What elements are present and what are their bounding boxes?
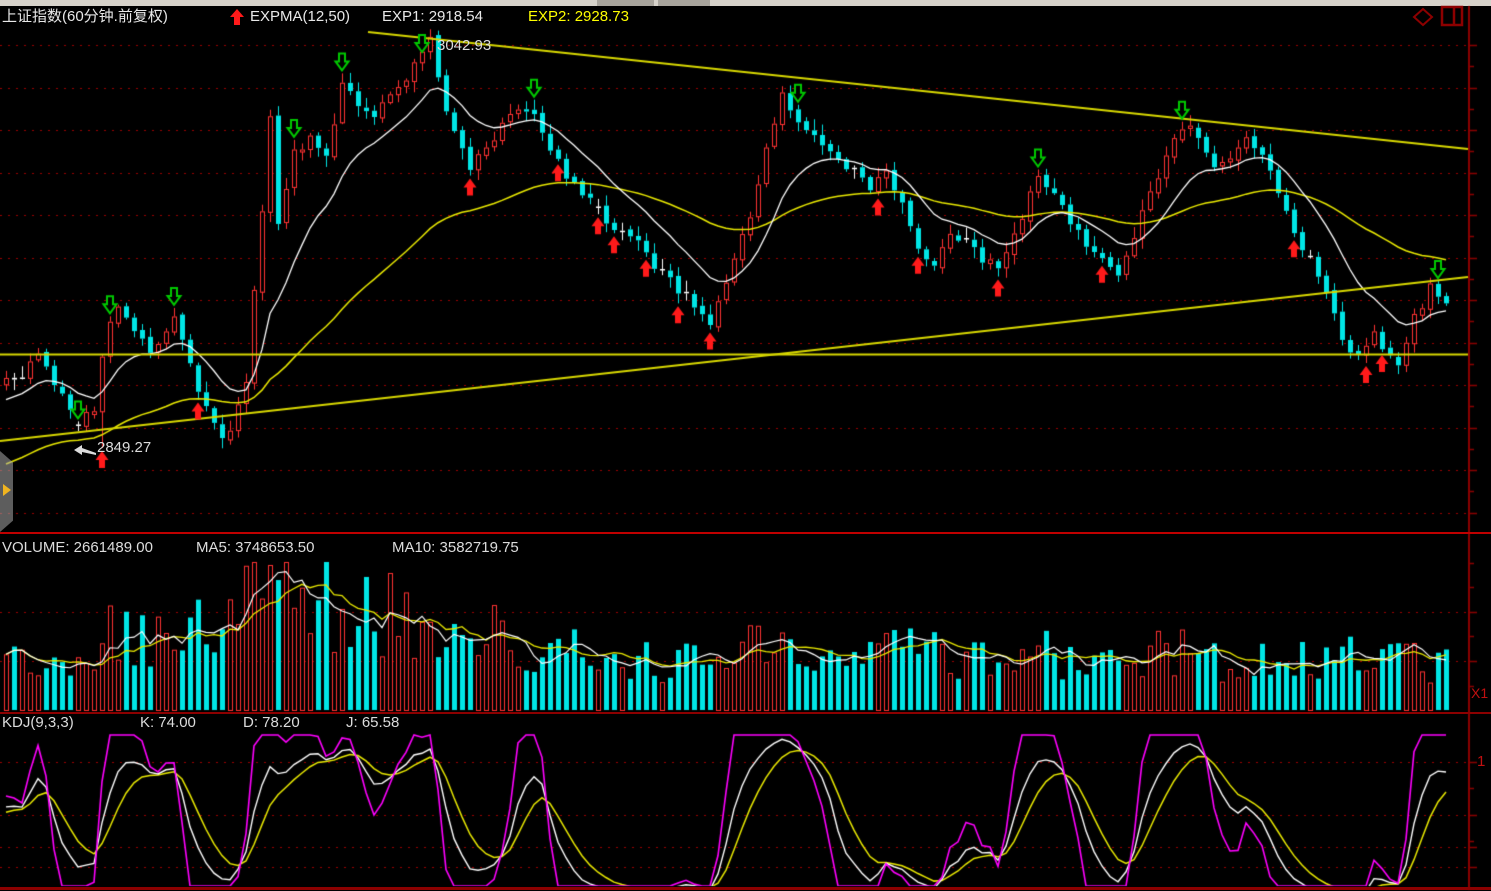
volume-ma5-value: MA5: 3748653.50: [196, 539, 314, 556]
trading-app-window: 上证指数(60分钟.前复权) EXPMA(12,50) EXP1: 2918.5…: [0, 0, 1491, 891]
up-arrow-icon: [230, 9, 244, 25]
diamond-icon[interactable]: [1412, 7, 1434, 27]
low-price-label: 2849.27: [97, 439, 151, 456]
kdj-axis-label: 1: [1477, 753, 1485, 770]
exp2-value: EXP2: 2928.73: [528, 8, 629, 26]
symbol-title: 上证指数(60分钟.前复权): [2, 8, 168, 26]
indicator-name: EXPMA(12,50): [250, 8, 350, 26]
volume-axis-label: X1: [1471, 685, 1488, 701]
expand-arrow-icon: [3, 484, 11, 496]
window-bottom-border: [0, 887, 1491, 890]
kdj-d-value: D: 78.20: [243, 714, 300, 731]
volume-value: VOLUME: 2661489.00: [2, 539, 153, 556]
chart-canvas[interactable]: [0, 0, 1491, 891]
kdj-j-value: J: 65.58: [346, 714, 399, 731]
exp1-value: EXP1: 2918.54: [382, 8, 483, 26]
left-arrow-icon: [74, 444, 96, 456]
side-panel-expand-handle[interactable]: [0, 451, 13, 532]
window-icon[interactable]: [1440, 5, 1464, 27]
volume-ma10-value: MA10: 3582719.75: [392, 539, 519, 556]
pane-separator: [0, 532, 1491, 534]
high-price-label: 3042.93: [437, 37, 491, 54]
kdj-k-value: K: 74.00: [140, 714, 196, 731]
pane-separator: [0, 712, 1491, 714]
kdj-indicator-name: KDJ(9,3,3): [2, 714, 74, 731]
